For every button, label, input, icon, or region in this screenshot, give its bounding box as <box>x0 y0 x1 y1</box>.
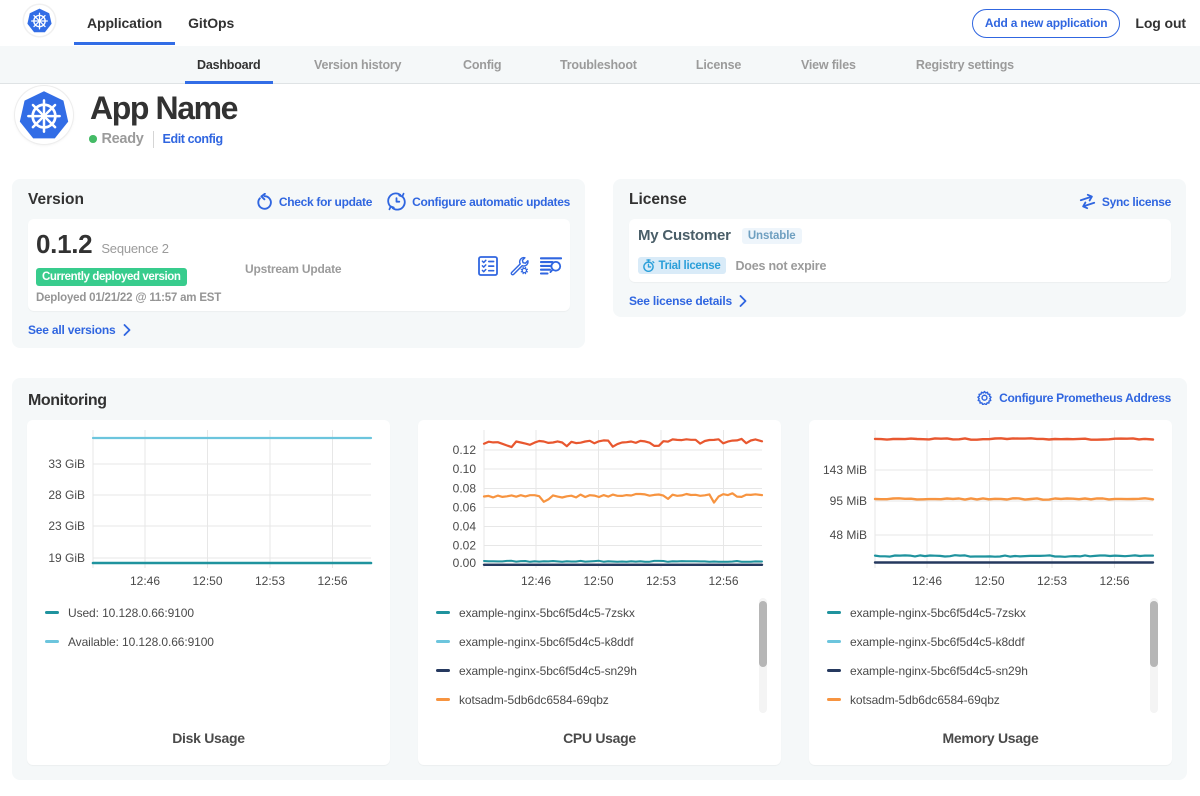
svg-text:12:56: 12:56 <box>708 574 738 588</box>
svg-text:0.10: 0.10 <box>453 462 477 476</box>
svg-text:12:46: 12:46 <box>912 574 942 588</box>
svg-text:12:56: 12:56 <box>1099 574 1129 588</box>
svg-text:12:53: 12:53 <box>1037 574 1067 588</box>
svg-text:95 MiB: 95 MiB <box>830 494 867 508</box>
svg-text:12:53: 12:53 <box>646 574 676 588</box>
svg-text:143 MiB: 143 MiB <box>823 463 867 477</box>
svg-text:12:46: 12:46 <box>521 574 551 588</box>
svg-text:12:53: 12:53 <box>255 574 285 588</box>
svg-text:0.12: 0.12 <box>453 443 477 457</box>
svg-text:12:56: 12:56 <box>317 574 347 588</box>
svg-text:0.00: 0.00 <box>453 556 477 570</box>
svg-text:0.06: 0.06 <box>453 501 477 515</box>
svg-text:19 GiB: 19 GiB <box>48 551 85 565</box>
svg-text:0.02: 0.02 <box>453 539 477 553</box>
svg-text:33 GiB: 33 GiB <box>48 457 85 471</box>
svg-text:12:50: 12:50 <box>974 574 1004 588</box>
svg-text:12:50: 12:50 <box>583 574 613 588</box>
svg-text:48 MiB: 48 MiB <box>830 528 867 542</box>
svg-text:12:46: 12:46 <box>130 574 160 588</box>
svg-text:28 GiB: 28 GiB <box>48 488 85 502</box>
svg-text:0.08: 0.08 <box>453 482 477 496</box>
svg-text:12:50: 12:50 <box>192 574 222 588</box>
svg-text:0.04: 0.04 <box>453 520 477 534</box>
svg-text:23 GiB: 23 GiB <box>48 519 85 533</box>
